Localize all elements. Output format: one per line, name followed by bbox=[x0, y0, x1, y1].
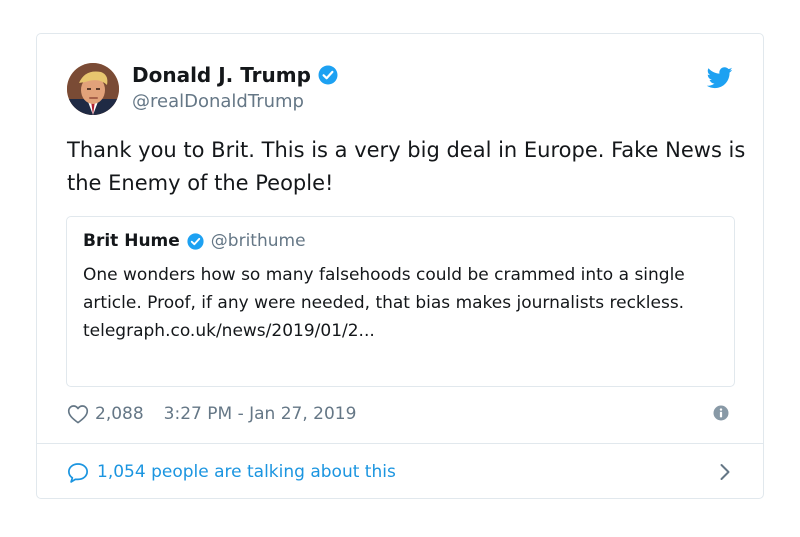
chevron-right-icon[interactable] bbox=[719, 463, 731, 486]
quoted-tweet[interactable]: Brit Hume @brithume One wonders how so m… bbox=[66, 216, 735, 387]
tweet-timestamp[interactable]: 3:27 PM - Jan 27, 2019 bbox=[164, 404, 357, 424]
twitter-bird-icon[interactable] bbox=[706, 67, 733, 89]
talking-count[interactable]: 1,054 people are talking about this bbox=[97, 462, 396, 482]
tweet-text: Thank you to Brit. This is a very big de… bbox=[67, 138, 746, 195]
verified-badge-icon bbox=[318, 65, 338, 85]
quoted-link[interactable]: telegraph.co.uk/news/2019/01/2... bbox=[83, 317, 723, 345]
author-name[interactable]: Donald J. Trump bbox=[132, 63, 311, 87]
speech-bubble-icon bbox=[67, 462, 89, 483]
info-icon[interactable] bbox=[713, 405, 729, 421]
conversation-link[interactable]: 1,054 people are talking about this bbox=[67, 459, 733, 485]
quoted-author-name: Brit Hume bbox=[83, 231, 180, 251]
quoted-author-handle: @brithume bbox=[210, 231, 306, 251]
like-count[interactable]: 2,088 bbox=[95, 404, 144, 424]
divider bbox=[37, 443, 763, 444]
tweet-card[interactable]: Donald J. Trump @realDonaldTrump Thank y… bbox=[36, 33, 764, 499]
author-handle[interactable]: @realDonaldTrump bbox=[132, 91, 304, 112]
quoted-tweet-text: One wonders how so many falsehoods could… bbox=[83, 265, 685, 313]
verified-badge-icon bbox=[187, 232, 204, 250]
avatar[interactable] bbox=[67, 63, 119, 115]
heart-icon[interactable] bbox=[67, 404, 89, 424]
